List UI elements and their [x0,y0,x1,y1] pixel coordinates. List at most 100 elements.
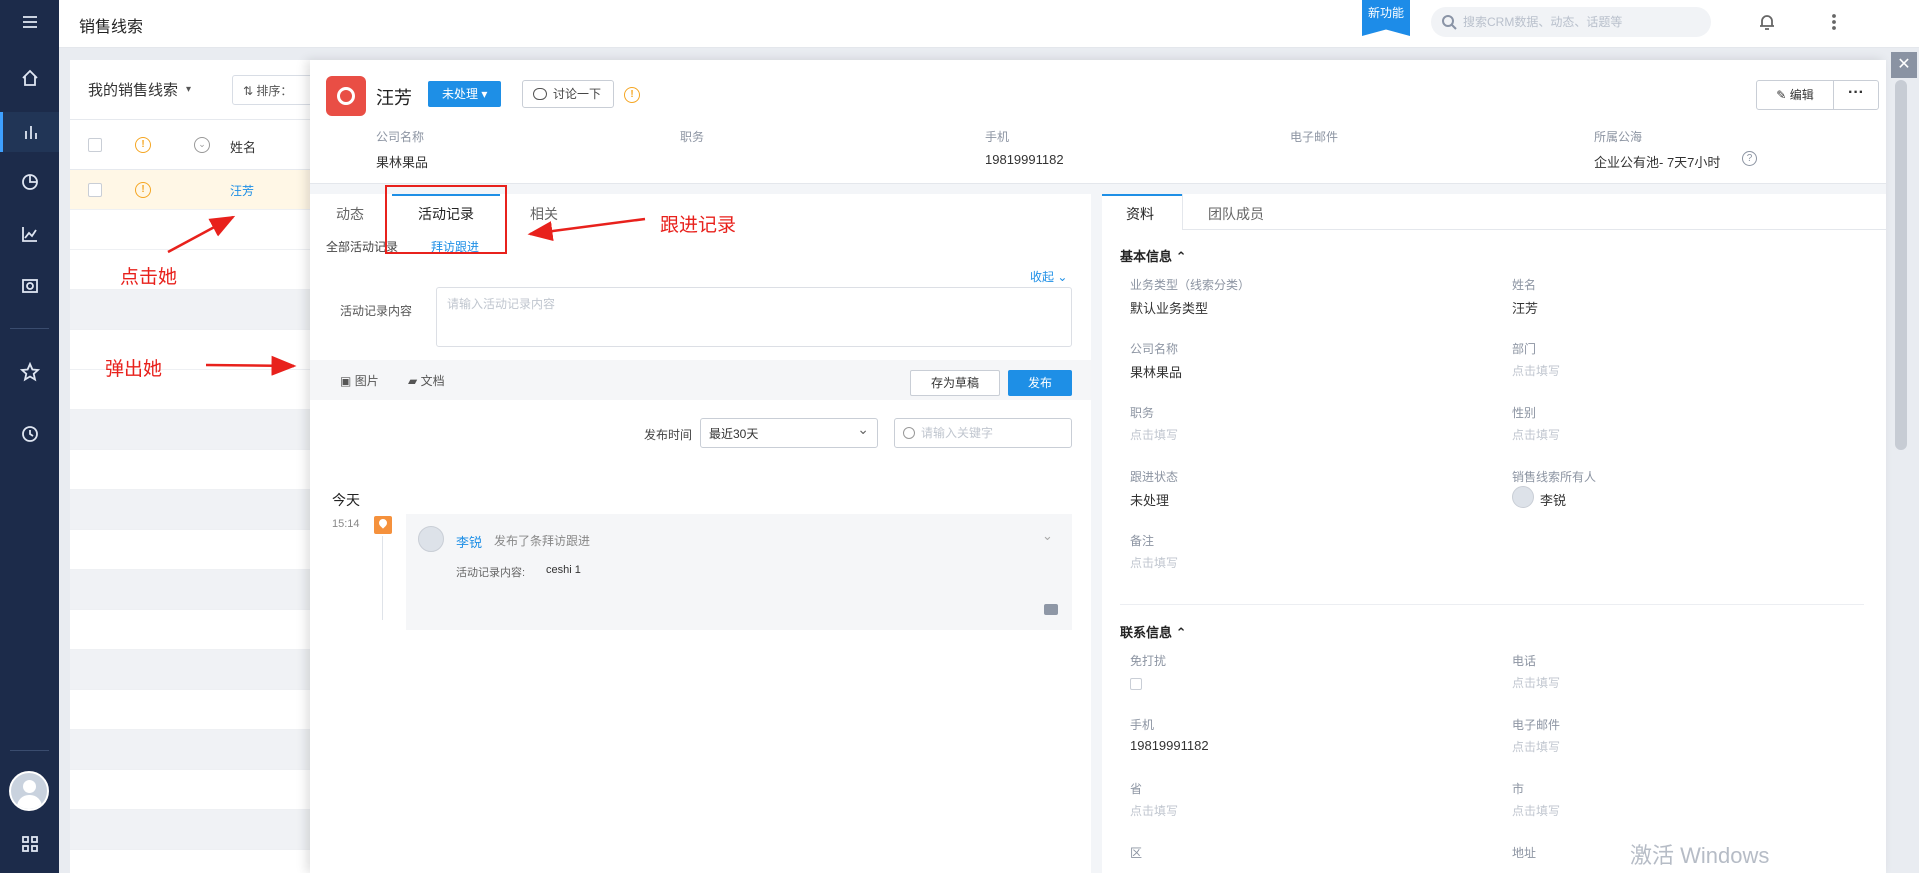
publish-button[interactable]: 发布 [1008,370,1072,396]
field-value[interactable]: 默认业务类型 [1130,298,1208,317]
field-value-empty[interactable]: 点击填写 [1130,554,1178,571]
header-field-value: 果林果品 [376,155,429,170]
section-toggle-basic[interactable]: 基本信息 ⌃ [1120,246,1187,265]
table-row [70,650,320,690]
warning-icon[interactable]: ! [624,87,640,103]
header-field-label: 所属公海 [1594,130,1643,144]
table-row [70,290,320,330]
field-value-empty[interactable]: 点击填写 [1512,802,1560,819]
chevron-circle-icon[interactable]: ⌄ [194,137,210,153]
table-row [70,810,320,850]
field-label: 业务类型（线索分类） [1130,278,1251,292]
section-toggle-contact[interactable]: 联系信息 ⌃ [1120,622,1187,641]
chevron-down-icon[interactable]: ▾ [186,84,191,95]
field-label: 性别 [1512,406,1537,420]
report-icon[interactable] [0,266,59,306]
chevron-up-icon: ⌃ [1175,625,1187,640]
comment-icon[interactable] [1044,604,1058,615]
apps-grid-icon[interactable] [0,824,59,864]
field-value-empty[interactable]: 点击填写 [1512,738,1560,755]
lead-name-link[interactable]: 汪芳 [230,182,254,199]
status-dropdown-button[interactable]: 未处理 ▾ [428,81,502,107]
avatar [1512,486,1534,508]
field-label: 公司名称 [1130,342,1179,356]
header-field-value: 19819991182 [985,152,1064,167]
image-upload-button[interactable]: ▣ 图片 [340,372,379,389]
field-value-empty[interactable]: 点击填写 [1130,426,1178,443]
tab-profile[interactable]: 资料 [1126,204,1154,224]
more-vertical-icon[interactable] [1824,12,1844,35]
pie-chart-icon[interactable] [0,162,59,202]
field-label: 电话 [1512,654,1537,668]
row-checkbox[interactable] [88,183,102,197]
publish-time-select[interactable]: 最近30天 [700,418,878,448]
header-field-label: 公司名称 [376,130,425,144]
active-tab-indicator [1102,194,1182,196]
chevron-down-icon[interactable]: ⌄ [1042,528,1053,544]
close-panel-button[interactable]: ✕ [1891,52,1917,78]
user-avatar[interactable] [9,771,49,811]
field-label: 免打扰 [1130,654,1167,668]
save-draft-button[interactable]: 存为草稿 [910,370,1000,396]
field-label: 跟进状态 [1130,470,1179,484]
avatar[interactable] [418,526,444,552]
scrollbar[interactable] [1895,80,1907,450]
tab-divider [1182,229,1886,230]
help-icon[interactable]: ? [1742,151,1757,166]
select-all-checkbox[interactable] [88,138,102,152]
detail-header: 汪芳 未处理 ▾ 讨论一下 ! ✎ 编辑 ··· 公司名称 果林果品 职务 手机… [310,60,1886,184]
global-search[interactable] [1431,7,1711,37]
search-input[interactable] [1463,15,1693,29]
field-label: 区 [1130,846,1143,860]
field-value[interactable]: 未处理 [1130,490,1169,509]
annotation-click-her: 点击她 [120,267,178,288]
edit-button[interactable]: ✎ 编辑 [1756,80,1834,110]
field-label: 电子邮件 [1512,718,1561,732]
tab-team-members[interactable]: 团队成员 [1208,204,1264,224]
tab-related[interactable]: 相关 [530,204,558,224]
do-not-disturb-checkbox[interactable] [1130,678,1142,690]
warning-icon: ! [135,182,151,198]
menu-icon[interactable] [0,2,59,42]
keyword-search-input[interactable] [894,418,1072,448]
camera-icon: ▣ [340,374,352,388]
field-value[interactable]: 汪芳 [1512,298,1538,317]
table-row[interactable]: ! 汪芳 [70,170,320,210]
sort-icon: ⇅ [243,84,254,98]
line-chart-icon[interactable] [0,214,59,254]
bell-icon[interactable] [1757,12,1777,35]
home-icon[interactable] [0,58,59,98]
field-label: 省 [1130,782,1143,796]
collapse-link[interactable]: 收起 ⌄ [1030,268,1067,285]
field-value[interactable]: 19819991182 [1130,738,1209,753]
owner-value[interactable]: 李锐 [1540,490,1566,509]
table-row [70,490,320,530]
tab-feed[interactable]: 动态 [336,204,364,224]
bar-chart-icon[interactable] [0,112,59,152]
windows-watermark: 激活 Windows [1630,843,1770,868]
field-value-empty[interactable]: 点击填写 [1130,802,1178,819]
activity-content-label: 活动记录内容 [340,304,413,318]
field-value-empty[interactable]: 点击填写 [1512,426,1560,443]
list-scope-dropdown[interactable]: 我的销售线索 [88,79,178,100]
annotation-follow-record: 跟进记录 [660,215,737,236]
sort-button[interactable]: ⇅ 排序： [232,75,320,105]
section-divider [1120,604,1864,605]
document-upload-button[interactable]: ▰ 文档 [408,372,445,389]
star-icon[interactable] [0,352,59,392]
field-label: 部门 [1512,342,1537,356]
field-value-empty[interactable]: 点击填写 [1512,674,1560,691]
history-icon[interactable] [0,414,59,454]
table-row [70,770,320,810]
activity-content-label: 活动记录内容: [456,567,526,579]
location-pin-icon [374,516,392,534]
discuss-button[interactable]: 讨论一下 [522,80,615,108]
search-icon [903,427,915,439]
date-group-label: 今天 [332,492,360,508]
more-actions-button[interactable]: ··· [1833,80,1879,110]
field-value-empty[interactable]: 点击填写 [1512,362,1560,379]
activity-content-input[interactable] [436,287,1072,347]
activity-user-link[interactable]: 李锐 [456,532,482,551]
table-row [70,610,320,650]
field-value[interactable]: 果林果品 [1130,362,1182,381]
